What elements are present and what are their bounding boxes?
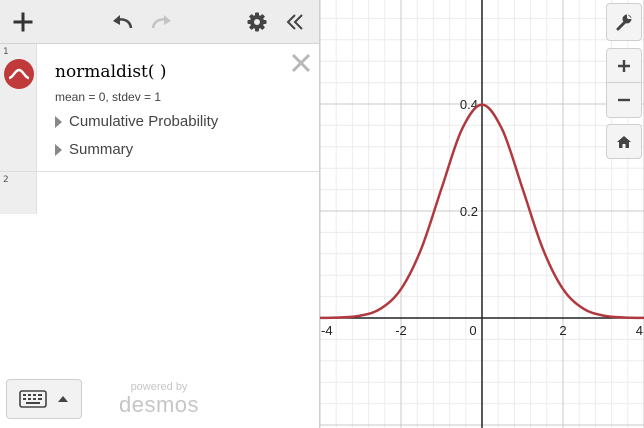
graph-settings-button[interactable]: [606, 3, 642, 41]
expression-panel: 1 normaldist( ) mean = 0, stdev = 1 Cumu…: [0, 0, 320, 428]
redo-button[interactable]: [146, 7, 176, 37]
plus-icon: [13, 12, 33, 32]
expression-number: 2: [3, 175, 9, 185]
expand-triangle-icon: [55, 143, 62, 156]
undo-arrow-icon: [113, 15, 133, 29]
cumulative-probability-toggle[interactable]: Cumulative Probability: [55, 113, 218, 130]
delete-expression-button[interactable]: [290, 52, 312, 74]
plus-icon: [618, 59, 630, 72]
graph-paper[interactable]: -4 -2 0 2 4 0.2 0.4: [320, 0, 644, 428]
distribution-icon[interactable]: [4, 59, 34, 89]
double-chevron-left-icon: [286, 14, 303, 30]
settings-button[interactable]: [242, 7, 272, 37]
cumulative-probability-label: Cumulative Probability: [69, 113, 219, 130]
summary-label: Summary: [69, 141, 134, 158]
home-icon: [617, 135, 631, 148]
keyboard-toggle-button[interactable]: [6, 379, 82, 419]
minus-icon: [618, 98, 630, 102]
summary-toggle[interactable]: Summary: [55, 141, 133, 158]
x-tick-label: 2: [559, 323, 566, 338]
powered-by-desmos: powered by desmos: [112, 381, 206, 417]
expand-triangle-icon: [55, 115, 62, 128]
undo-button[interactable]: [108, 7, 138, 37]
gear-icon: [247, 12, 267, 32]
zoom-in-button[interactable]: [606, 48, 642, 83]
expression-row[interactable]: 2: [0, 172, 319, 214]
expression-gutter: 1: [0, 44, 37, 171]
x-tick-label: -4: [321, 323, 333, 338]
redo-arrow-icon: [151, 15, 171, 29]
x-tick-label: 4: [636, 323, 643, 338]
graph-canvas[interactable]: -4 -2 0 2 40.20.4: [320, 0, 644, 428]
desmos-logo: desmos: [118, 392, 200, 417]
expression-number: 1: [3, 47, 9, 57]
default-viewport-button[interactable]: [606, 124, 642, 159]
distribution-name[interactable]: normaldist( ): [55, 62, 167, 82]
zoom-out-button[interactable]: [606, 83, 642, 118]
bell-curve-icon: [8, 68, 30, 80]
distribution-parameters[interactable]: mean = 0, stdev = 1: [55, 90, 161, 104]
collapse-panel-button[interactable]: [280, 7, 310, 37]
wrench-icon: [616, 14, 632, 31]
expression-gutter: 2: [0, 172, 37, 214]
y-tick-label: 0.2: [460, 204, 478, 219]
x-tick-label: -2: [395, 323, 407, 338]
caret-up-icon: [58, 396, 68, 402]
add-expression-button[interactable]: [8, 7, 38, 37]
keyboard-icon: [19, 390, 47, 408]
close-icon: [291, 53, 311, 73]
expression-toolbar: [0, 0, 319, 44]
x-tick-label: 0: [469, 323, 476, 338]
